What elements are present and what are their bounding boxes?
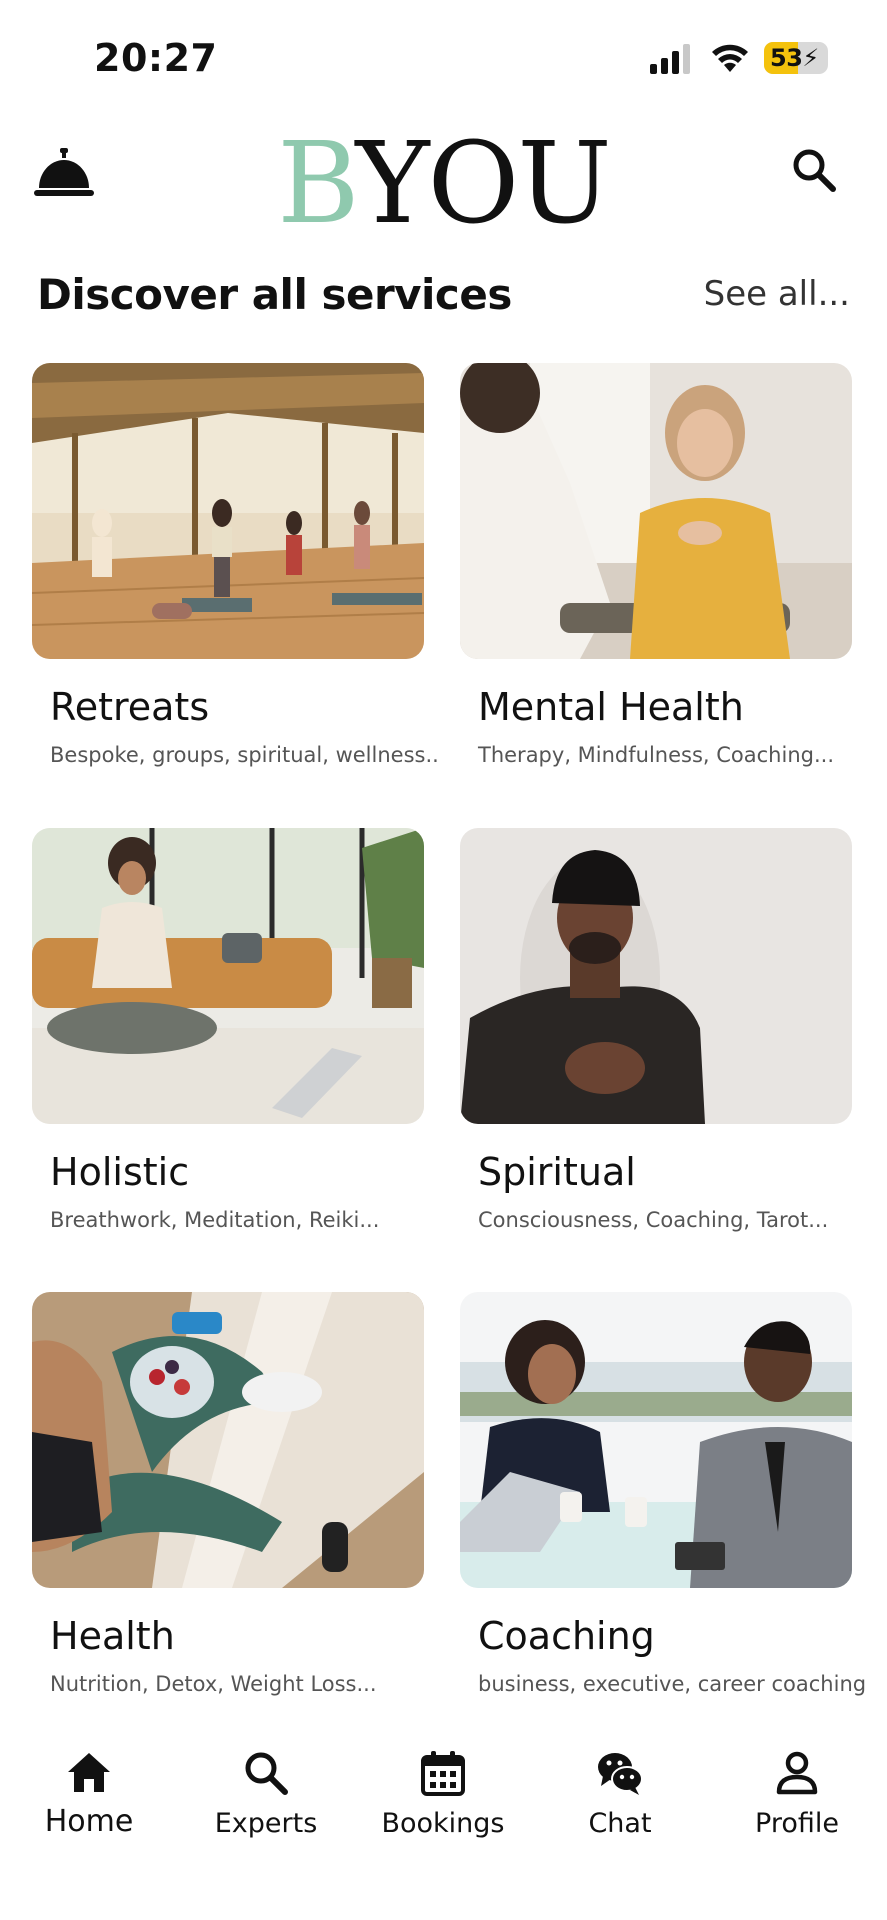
retreats-image [32, 363, 424, 659]
cellular-signal-icon [650, 44, 690, 74]
mental-health-image [460, 363, 852, 659]
status-bar: 20:27 53⚡ [0, 0, 887, 110]
nav-chat[interactable]: Chat [545, 1732, 695, 1852]
card-subtitle: Breathwork, Meditation, Reiki... [50, 1208, 380, 1232]
nav-bookings[interactable]: Bookings [368, 1732, 518, 1852]
see-all-link[interactable]: See all... [704, 274, 850, 314]
card-subtitle: Consciousness, Coaching, Tarot... [478, 1208, 829, 1232]
service-card-mental-health[interactable]: Mental Health Therapy, Mindfulness, Coac… [460, 363, 852, 803]
service-card-health[interactable]: Health Nutrition, Detox, Weight Loss... [32, 1292, 424, 1732]
card-subtitle: Bespoke, groups, spiritual, wellness.. [50, 743, 439, 767]
nav-experts[interactable]: Experts [191, 1732, 341, 1852]
spiritual-image [460, 828, 852, 1124]
card-title: Retreats [50, 685, 210, 729]
card-title: Health [50, 1614, 175, 1658]
card-subtitle: business, executive, career coaching [478, 1672, 867, 1696]
section-title: Discover all services [37, 270, 512, 319]
status-time: 20:27 [94, 36, 218, 80]
card-title: Holistic [50, 1150, 190, 1194]
app-logo: BYOU [277, 119, 612, 249]
card-title: Spiritual [478, 1150, 636, 1194]
nav-label-chat: Chat [588, 1808, 652, 1839]
service-card-coaching[interactable]: Coaching business, executive, career coa… [460, 1292, 866, 1732]
health-image [32, 1292, 424, 1588]
card-title: Mental Health [478, 685, 744, 729]
nav-label-experts: Experts [214, 1808, 318, 1839]
card-subtitle: Therapy, Mindfulness, Coaching... [478, 743, 834, 767]
service-card-retreats[interactable]: Retreats Bespoke, groups, spiritual, wel… [32, 363, 439, 803]
calendar-icon [421, 1751, 465, 1796]
app-header: BYOU [0, 120, 887, 250]
home-icon [68, 1753, 110, 1792]
service-card-holistic[interactable]: Holistic Breathwork, Meditation, Reiki..… [32, 828, 424, 1268]
nav-label-bookings: Bookings [381, 1808, 505, 1839]
coaching-image [460, 1292, 852, 1588]
bottom-nav: Home Experts Bookings Chat Profile [0, 1712, 887, 1920]
nav-label-profile: Profile [755, 1808, 839, 1839]
battery-percent: 53⚡ [770, 44, 819, 72]
nav-profile[interactable]: Profile [722, 1732, 872, 1852]
chat-icon [598, 1753, 643, 1795]
nav-label-home: Home [44, 1804, 134, 1839]
card-title: Coaching [478, 1614, 655, 1658]
search-icon[interactable] [790, 146, 838, 194]
wifi-icon [712, 44, 748, 72]
search-icon [245, 1752, 288, 1795]
nav-home[interactable]: Home [14, 1732, 164, 1852]
service-card-spiritual[interactable]: Spiritual Consciousness, Coaching, Tarot… [460, 828, 852, 1268]
battery-indicator: 53⚡ [764, 42, 828, 74]
card-subtitle: Nutrition, Detox, Weight Loss... [50, 1672, 377, 1696]
profile-icon [776, 1751, 818, 1795]
holistic-image [32, 828, 424, 1124]
